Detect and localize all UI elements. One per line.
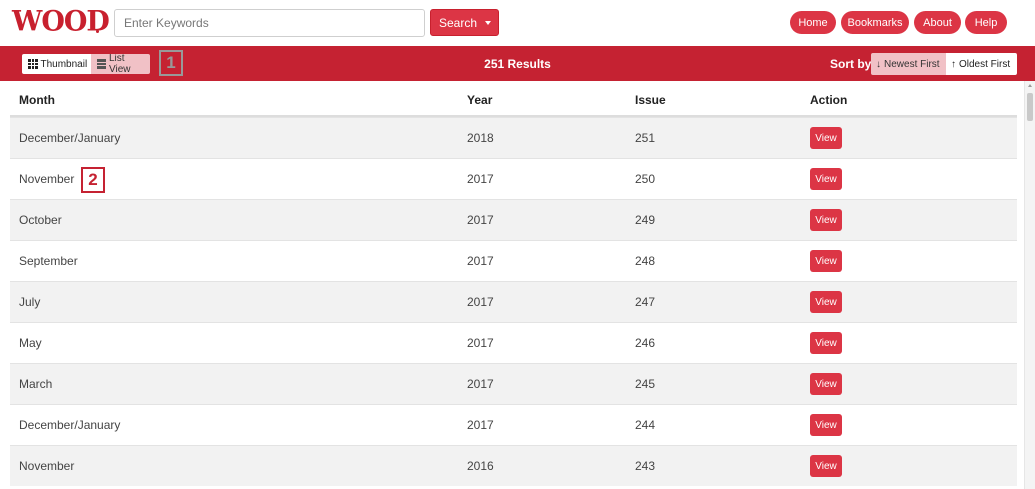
cell-year: 2017 <box>467 418 494 432</box>
header-issue: Issue <box>635 93 666 107</box>
table-row: December/January 2017 244 View <box>10 404 1017 445</box>
cell-year: 2017 <box>467 172 494 186</box>
cell-year: 2017 <box>467 377 494 391</box>
cell-year: 2017 <box>467 254 494 268</box>
search-button[interactable]: Search <box>430 9 499 36</box>
search-button-label: Search <box>439 15 478 30</box>
vertical-scrollbar[interactable] <box>1024 81 1035 489</box>
view-button[interactable]: View <box>810 332 842 354</box>
sort-oldest-button[interactable]: ↑ Oldest First <box>946 53 1017 75</box>
nav-about-button[interactable]: About <box>914 11 961 34</box>
cell-action: View <box>805 282 1005 322</box>
cell-month: September <box>19 254 78 268</box>
cell-year: 2016 <box>467 459 494 473</box>
view-button[interactable]: View <box>810 291 842 313</box>
table-row: November 2017 250 View <box>10 158 1017 199</box>
scroll-up-arrow-icon[interactable] <box>1028 84 1032 87</box>
view-button[interactable]: View <box>810 168 842 190</box>
newest-first-label: Newest First <box>884 58 940 70</box>
cell-month: May <box>19 336 42 350</box>
search-input[interactable] <box>114 9 425 37</box>
issues-table: Month Year Issue Action December/January… <box>10 85 1017 486</box>
sort-by-label: Sort by <box>830 57 872 71</box>
cell-month: October <box>19 213 62 227</box>
table-row: May 2017 246 View <box>10 322 1017 363</box>
cell-action: View <box>805 364 1005 404</box>
header-year: Year <box>467 93 493 107</box>
cell-action: View <box>805 118 1005 158</box>
header-action: Action <box>810 93 848 107</box>
cell-month: December/January <box>19 418 121 432</box>
cell-issue: 250 <box>635 172 656 186</box>
arrow-down-icon: ↓ <box>876 58 881 70</box>
wood-logo[interactable]: WOOD <box>12 4 110 40</box>
table-row: October 2017 249 View <box>10 199 1017 240</box>
scrollbar-thumb[interactable] <box>1027 93 1033 121</box>
cell-month: November <box>19 459 75 473</box>
cell-issue: 248 <box>635 254 656 268</box>
cell-issue: 247 <box>635 295 656 309</box>
arrow-up-icon: ↑ <box>951 58 956 70</box>
view-button[interactable]: View <box>810 127 842 149</box>
logo-dot <box>96 30 99 33</box>
cell-action: View <box>805 241 1005 281</box>
sort-newest-button[interactable]: ↓ Newest First <box>871 53 946 75</box>
nav-home-button[interactable]: Home <box>790 11 836 34</box>
sort-toggle: ↓ Newest First ↑ Oldest First <box>871 53 1017 75</box>
cell-month: November <box>19 172 75 186</box>
cell-issue: 243 <box>635 459 656 473</box>
header-month: Month <box>19 93 55 107</box>
cell-action: View <box>805 323 1005 363</box>
cell-action: View <box>805 446 1005 486</box>
caret-down-icon[interactable] <box>485 21 491 25</box>
cell-issue: 251 <box>635 131 656 145</box>
table-row: September 2017 248 View <box>10 240 1017 281</box>
table-row: March 2017 245 View <box>10 363 1017 404</box>
cell-action: View <box>805 159 1005 199</box>
cell-year: 2017 <box>467 295 494 309</box>
table-row: November 2016 243 View <box>10 445 1017 486</box>
view-button[interactable]: View <box>810 455 842 477</box>
cell-month: December/January <box>19 131 121 145</box>
cell-action: View <box>805 200 1005 240</box>
cell-month: March <box>19 377 53 391</box>
cell-action: View <box>805 405 1005 445</box>
cell-year: 2018 <box>467 131 494 145</box>
cell-month: July <box>19 295 41 309</box>
view-button[interactable]: View <box>810 414 842 436</box>
table-header-row: Month Year Issue Action <box>10 85 1017 117</box>
view-button[interactable]: View <box>810 373 842 395</box>
cell-issue: 244 <box>635 418 656 432</box>
cell-issue: 245 <box>635 377 656 391</box>
cell-year: 2017 <box>467 213 494 227</box>
view-button[interactable]: View <box>810 250 842 272</box>
results-bar: Thumbnail List View 1 251 Results Sort b… <box>0 46 1035 81</box>
step-marker-2: 2 <box>81 167 105 193</box>
view-button[interactable]: View <box>810 209 842 231</box>
cell-issue: 246 <box>635 336 656 350</box>
nav-bookmarks-button[interactable]: Bookmarks <box>841 11 909 34</box>
nav-help-button[interactable]: Help <box>965 11 1007 34</box>
oldest-first-label: Oldest First <box>959 58 1011 70</box>
cell-issue: 249 <box>635 213 656 227</box>
table-row: July 2017 247 View <box>10 281 1017 322</box>
table-row: December/January 2018 251 View <box>10 117 1017 158</box>
top-header: WOOD Search Home Bookmarks About Help <box>0 0 1035 46</box>
cell-year: 2017 <box>467 336 494 350</box>
